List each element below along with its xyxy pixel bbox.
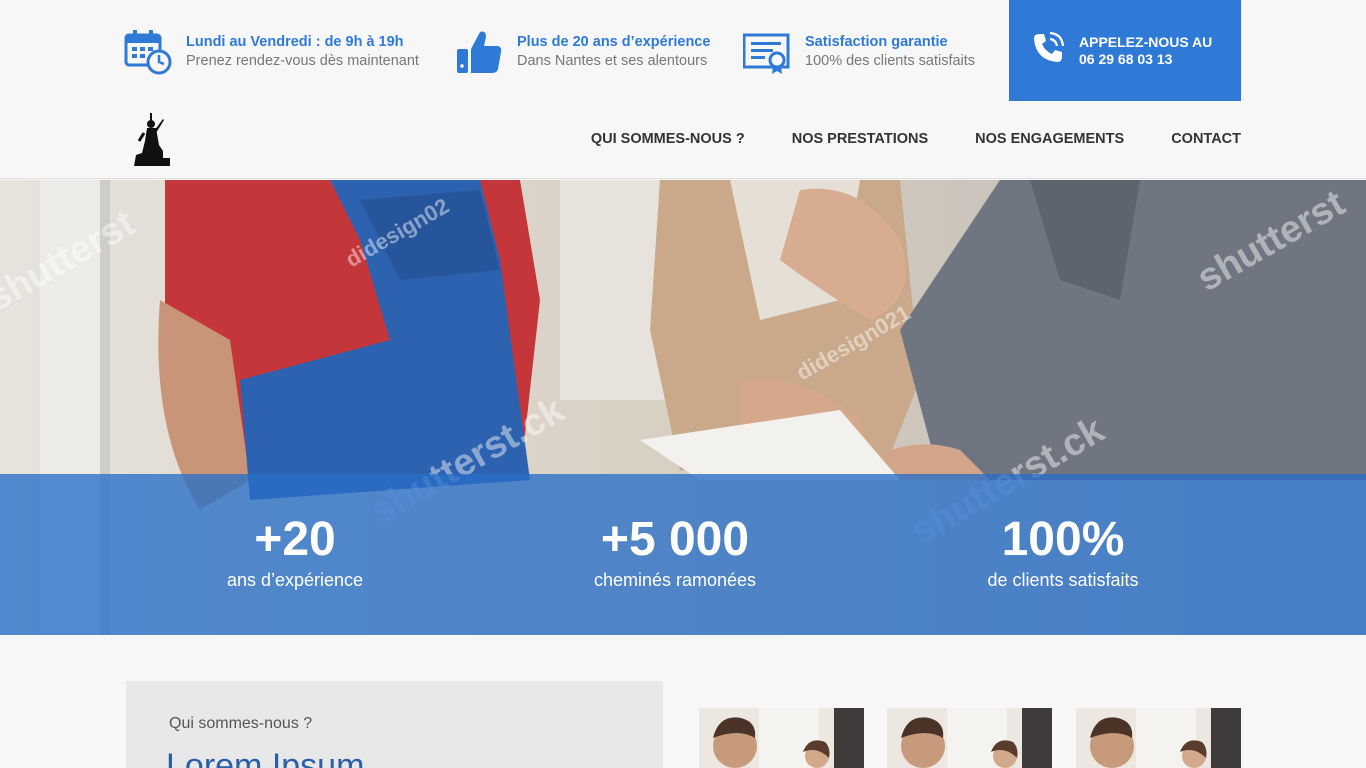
about-heading: Lorem Ipsum (166, 747, 365, 768)
top-info-bar: Lundi au Vendredi : de 9h à 19h Prenez r… (0, 0, 1366, 101)
call-label: APPELEZ-NOUS AU (1079, 33, 1213, 50)
hours-title: Lundi au Vendredi : de 9h à 19h (186, 34, 404, 50)
nav-item-nos-prestations[interactable]: NOS PRESTATIONS (792, 131, 928, 147)
main-navigation: QUI SOMMES-NOUS ? NOS PRESTATIONS NOS EN… (0, 101, 1366, 179)
experience-subtitle: Dans Nantes et ses alentours (517, 53, 708, 69)
certificate-icon (743, 29, 791, 75)
gallery-thumbnail[interactable] (887, 708, 1052, 768)
hours-info: Lundi au Vendredi : de 9h à 19h Prenez r… (124, 29, 419, 75)
hero-banner: shutterst didesign02 didesign021 shutter… (0, 180, 1366, 635)
stat-label: cheminés ramonées (593, 570, 757, 590)
thumbs-up-icon (456, 29, 503, 75)
about-card: Qui sommes-nous ? Lorem Ipsum (126, 681, 663, 768)
stat-value: 100% (1001, 513, 1125, 566)
stat-experience: +20 ans d’expérience (145, 514, 445, 592)
satisfaction-title: Satisfaction garantie (805, 34, 948, 50)
stat-label: ans d’expérience (226, 570, 364, 590)
hours-subtitle: Prenez rendez-vous dès maintenant (186, 53, 419, 69)
nav-item-qui-sommes-nous[interactable]: QUI SOMMES-NOUS ? (591, 131, 745, 147)
experience-title: Plus de 20 ans d’expérience (517, 34, 711, 50)
experience-info: Plus de 20 ans d’expérience Dans Nantes … (456, 29, 710, 75)
stat-label: de clients satisfaits (987, 570, 1139, 590)
calendar-clock-icon (124, 29, 172, 75)
stats-band: +20 ans d’expérience +5 000 cheminés ram… (0, 474, 1366, 635)
phone-icon (1031, 31, 1065, 70)
call-us-button[interactable]: APPELEZ-NOUS AU 06 29 68 03 13 (1009, 0, 1241, 101)
chimney-sweep-logo[interactable] (130, 111, 172, 174)
about-subtitle: Qui sommes-nous ? (169, 715, 313, 732)
nav-menu: QUI SOMMES-NOUS ? NOS PRESTATIONS NOS EN… (544, 131, 1241, 147)
nav-item-contact[interactable]: CONTACT (1171, 131, 1241, 147)
gallery-thumbnail[interactable] (699, 708, 864, 768)
gallery-thumbnail[interactable] (1076, 708, 1241, 768)
stat-satisfaction: 100% de clients satisfaits (913, 514, 1213, 592)
nav-item-nos-engagements[interactable]: NOS ENGAGEMENTS (975, 131, 1124, 147)
stat-chimneys: +5 000 cheminés ramonées (525, 514, 825, 592)
call-phone-number: 06 29 68 03 13 (1079, 50, 1173, 67)
satisfaction-info: Satisfaction garantie 100% des clients s… (743, 29, 975, 75)
satisfaction-subtitle: 100% des clients satisfaits (805, 53, 976, 69)
stat-value: +5 000 (600, 513, 750, 566)
stat-value: +20 (254, 513, 336, 566)
